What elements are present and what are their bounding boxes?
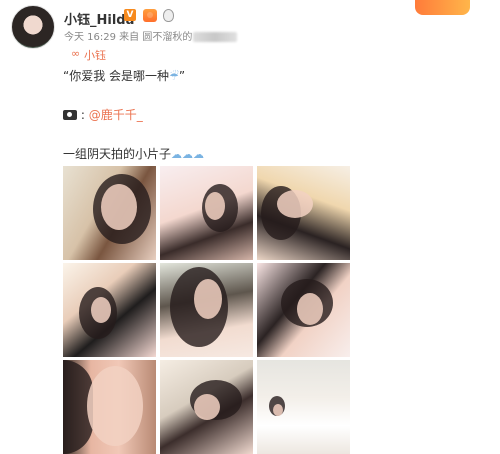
camera-icon <box>63 110 77 120</box>
post-time-source: 今天 16:29 来自 圆不溜秋的 <box>64 32 193 43</box>
photo-8[interactable] <box>160 360 253 454</box>
caption-line-3: 一组阴天拍的小片子☁☁☁ <box>63 145 204 162</box>
credit-mention[interactable]: @鹿千千_ <box>89 108 143 122</box>
separator: : <box>80 108 85 122</box>
caption-text: 一组阴天拍的小片子 <box>63 147 172 161</box>
photo-4[interactable] <box>63 263 156 357</box>
post-tag[interactable]: 小钰 <box>71 47 106 63</box>
user-avatar[interactable] <box>11 5 55 49</box>
tag-icon <box>71 47 81 60</box>
post-meta: 今天 16:29 来自 圆不溜秋的 <box>64 28 238 43</box>
caption-line-1: “你爱我 会是哪一种☔” <box>63 67 185 84</box>
tag-label: 小钰 <box>84 49 106 62</box>
rain-cloud-emoji: ☔ <box>169 70 179 83</box>
caption-text: “你爱我 会是哪一种 <box>63 69 170 83</box>
level-icon <box>143 9 157 22</box>
medal-icon <box>163 9 174 22</box>
photo-1[interactable] <box>63 166 156 260</box>
photo-9[interactable] <box>257 360 350 454</box>
caption-line-2: : @鹿千千_ <box>63 106 143 123</box>
photo-6[interactable] <box>257 263 350 357</box>
photo-7[interactable] <box>63 360 156 454</box>
verified-badge-icon: V <box>124 9 136 21</box>
caption-quote-end: ” <box>178 69 186 83</box>
blurred-text <box>193 32 238 42</box>
cloud-icon: ☁☁☁ <box>171 148 205 161</box>
corner-promo-banner[interactable] <box>415 0 470 15</box>
photo-5[interactable] <box>160 263 253 357</box>
photo-3[interactable] <box>257 166 350 260</box>
photo-2[interactable] <box>160 166 253 260</box>
